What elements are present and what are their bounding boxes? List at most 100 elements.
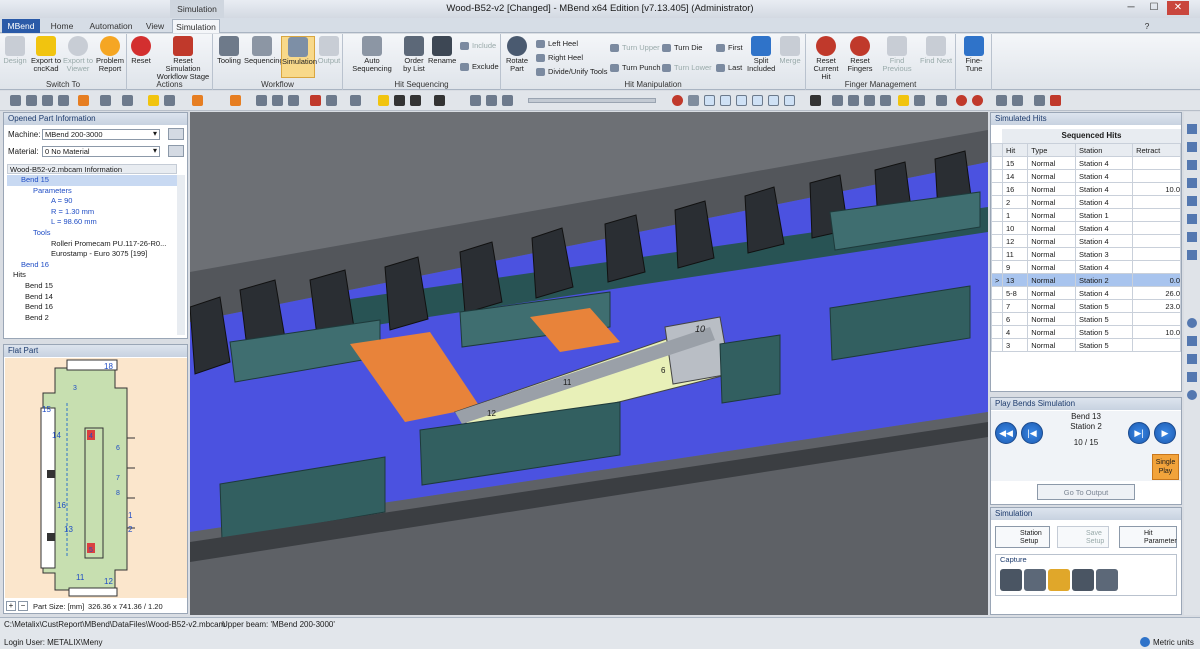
single-play-button[interactable]: Single Play (1152, 454, 1179, 480)
zoom-window-icon[interactable] (1187, 354, 1197, 364)
row-checkbox[interactable]: > (991, 273, 1003, 287)
tree-item[interactable]: Eurostamp - Euro 3075 [199] (7, 249, 177, 260)
find-previous-button[interactable]: Find Previous (876, 36, 918, 73)
order-by-list-button[interactable]: Order by List (400, 36, 428, 73)
play-forward-icon[interactable]: ▶ (1154, 422, 1176, 444)
table-row[interactable]: 1 Normal Station 1 (991, 208, 1181, 222)
view-mode-1-icon[interactable] (378, 95, 389, 106)
column-header[interactable]: Station (1075, 143, 1134, 157)
gauge-icon[interactable] (832, 95, 843, 106)
holder-icon[interactable] (880, 95, 891, 106)
tool-icon[interactable] (288, 95, 299, 106)
table-row[interactable]: 10 Normal Station 4 (991, 221, 1181, 235)
fine-tune-button[interactable]: Fine-Tune (958, 36, 990, 73)
design-button[interactable]: Design (3, 36, 27, 65)
view-iso-icon[interactable] (1187, 232, 1197, 242)
brush-icon[interactable] (1048, 569, 1070, 591)
select-icon[interactable] (10, 95, 21, 106)
tool-lower-icon[interactable] (272, 95, 283, 106)
row-checkbox[interactable] (991, 221, 1003, 235)
view-mode-4-icon[interactable] (434, 95, 445, 106)
go-to-output-button[interactable]: Go To Output (1037, 484, 1135, 500)
zoom-in-icon[interactable]: + (6, 601, 16, 611)
color-3-icon[interactable] (720, 95, 731, 106)
tab-mbend[interactable]: MBend (2, 19, 40, 33)
reset-button[interactable]: Reset (129, 36, 153, 65)
table-row[interactable]: 14 Normal Station 4 (991, 169, 1181, 183)
divide-unify-button[interactable]: Divide/Unify Tools (535, 66, 607, 78)
view-mode-3-icon[interactable] (410, 95, 421, 106)
axis-icon[interactable] (936, 95, 947, 106)
color-6-icon[interactable] (768, 95, 779, 106)
hit-parameter-button[interactable]: Hit Parameter (1119, 526, 1177, 548)
column-header[interactable]: Type (1027, 143, 1077, 157)
camera-icon[interactable] (1000, 569, 1022, 591)
output-button[interactable]: Output (316, 36, 342, 65)
column-header[interactable]: Retract (1132, 143, 1181, 157)
table-row[interactable]: 16 Normal Station 4 10.0 (991, 182, 1181, 196)
row-checkbox[interactable] (991, 247, 1003, 261)
record-2-icon[interactable] (972, 95, 983, 106)
view-mode-2-icon[interactable] (394, 95, 405, 106)
tree-item[interactable]: Rolleri Promecam PU.117-26-R0... (7, 239, 177, 250)
position-icon[interactable] (864, 95, 875, 106)
rename-button[interactable]: Rename (428, 36, 456, 65)
row-checkbox[interactable] (991, 156, 1003, 170)
table-row[interactable]: 6 Normal Station 5 (991, 312, 1181, 326)
reset-fingers-button[interactable]: Reset Fingers (846, 36, 874, 73)
tree-item[interactable]: Bend 16 (7, 302, 177, 313)
video-settings-icon[interactable] (1096, 569, 1118, 591)
tree-item[interactable]: L = 98.60 mm (7, 217, 177, 228)
tree-item[interactable]: R = 1.30 mm (7, 207, 177, 218)
view-top-icon[interactable] (1187, 142, 1197, 152)
row-checkbox[interactable] (991, 234, 1003, 248)
beam-icon[interactable] (810, 95, 821, 106)
last-button[interactable]: Last (715, 62, 742, 74)
bend-icon[interactable] (1034, 95, 1045, 106)
auto-sequencing-button[interactable]: Auto Sequencing (345, 36, 399, 73)
info-icon[interactable] (1140, 637, 1150, 647)
measure-icon[interactable] (100, 95, 111, 106)
row-checkbox[interactable] (991, 169, 1003, 183)
close-button[interactable]: ✕ (1167, 1, 1189, 15)
rotate-view-icon[interactable] (58, 95, 69, 106)
tree-item[interactable]: Bend 2 (7, 313, 177, 324)
export-cnckad-button[interactable]: Export to cncKad (31, 36, 61, 73)
zoom-icon[interactable] (1187, 390, 1197, 400)
right-heel-button[interactable]: Right Heel (535, 52, 583, 64)
turn-upper-button[interactable]: Turn Upper (609, 42, 660, 54)
maximize-button[interactable]: ☐ (1143, 1, 1165, 15)
split-included-button[interactable]: Split Included (747, 36, 775, 73)
color-5-icon[interactable] (752, 95, 763, 106)
next-icon[interactable]: ▶| (1128, 422, 1150, 444)
tree-item[interactable]: Bend 16 (7, 260, 177, 271)
row-checkbox[interactable] (991, 338, 1003, 352)
export-2-icon[interactable] (1012, 95, 1023, 106)
filter-icon[interactable] (914, 95, 925, 106)
previous-icon[interactable]: |◀ (1021, 422, 1043, 444)
grid-icon[interactable] (122, 95, 133, 106)
turn-lower-button[interactable]: Turn Lower (661, 62, 712, 74)
color-1-icon[interactable] (688, 95, 699, 106)
stop-icon[interactable] (672, 95, 683, 106)
animation-slider[interactable] (528, 98, 656, 103)
view-iso-2-icon[interactable] (1187, 250, 1197, 260)
view-back-icon[interactable] (1187, 214, 1197, 224)
problem-report-button[interactable]: Problem Report (95, 36, 125, 73)
next-step-icon[interactable] (502, 95, 513, 106)
left-heel-button[interactable]: Left Heel (535, 38, 578, 50)
video-icon[interactable] (1072, 569, 1094, 591)
save-setup-button[interactable]: Save Setup (1057, 526, 1109, 548)
row-checkbox[interactable] (991, 312, 1003, 326)
play-icon[interactable] (486, 95, 497, 106)
reset-current-hit-button[interactable]: Reset Current Hit (808, 36, 844, 81)
turn-die-button[interactable]: Turn Die (661, 42, 702, 54)
row-checkbox[interactable] (991, 208, 1003, 222)
tab-automation[interactable]: Automation (84, 19, 138, 33)
row-checkbox[interactable] (991, 325, 1003, 339)
color-2-icon[interactable] (704, 95, 715, 106)
view-front-icon[interactable] (164, 95, 175, 106)
sequencing-button[interactable]: Sequencing (244, 36, 284, 65)
find-next-button[interactable]: Find Next (919, 36, 953, 65)
lock-icon[interactable] (230, 95, 241, 106)
